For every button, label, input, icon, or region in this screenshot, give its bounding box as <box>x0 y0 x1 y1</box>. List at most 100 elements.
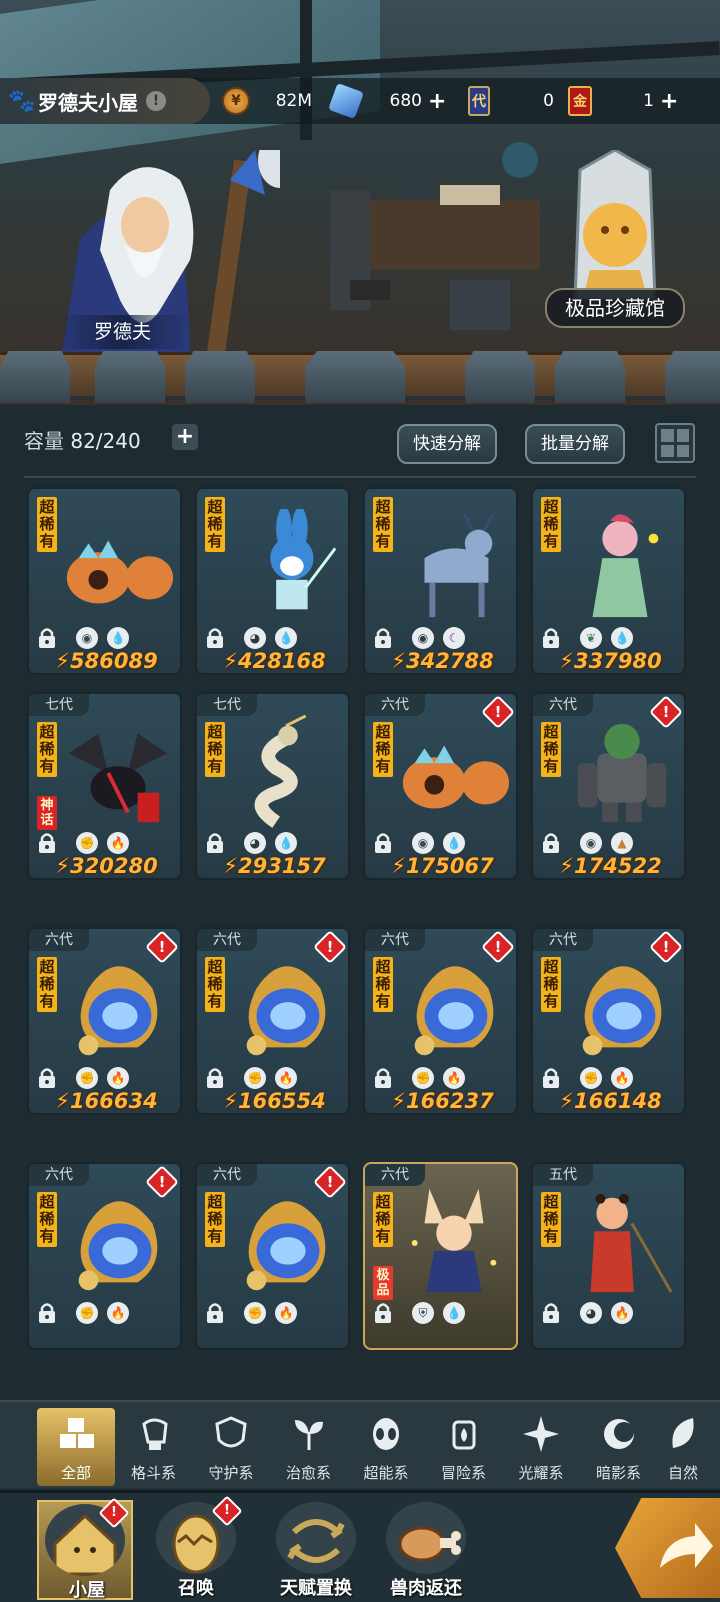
lock-icon[interactable] <box>37 1302 57 1324</box>
grid-view-toggle[interactable] <box>655 423 695 463</box>
rarity-badge: 超稀有 <box>37 722 57 777</box>
lock-icon[interactable] <box>541 1067 561 1089</box>
generation-label: 六代 <box>29 1164 89 1186</box>
quick-decompose-button[interactable]: 快速分解 <box>397 424 497 464</box>
creature-card[interactable]: 六代超稀有! ✊ 🔥 ⚡166237 <box>363 927 518 1115</box>
lock-icon[interactable] <box>205 1302 225 1324</box>
generation-label: 六代 <box>197 1164 257 1186</box>
filter-tab-fist[interactable]: 格斗系 <box>115 1408 193 1486</box>
generation-label: 七代 <box>197 694 257 716</box>
rarity-badge: 超稀有 <box>37 957 57 1012</box>
generation-card-icon: 代 <box>468 86 490 116</box>
lock-icon[interactable] <box>541 1302 561 1324</box>
creature-card[interactable]: 超稀有 ◕ 💧 ⚡428168 <box>195 487 350 675</box>
creature-card[interactable]: 超稀有 ◉ 💧 ⚡586089 <box>27 487 182 675</box>
filter-tab-alien[interactable]: 超能系 <box>347 1408 425 1486</box>
element-fire-icon: 🔥 <box>107 1302 129 1324</box>
lock-icon[interactable] <box>37 627 57 649</box>
museum-button[interactable]: 极品珍藏馆 <box>545 288 685 328</box>
creature-warrior-art <box>590 1193 673 1293</box>
element-water-icon: 💧 <box>275 832 297 854</box>
element-fist-icon: ✊ <box>244 1067 266 1089</box>
lock-icon[interactable] <box>205 832 225 854</box>
shelf-bracket <box>465 351 535 403</box>
fist-icon <box>141 1418 168 1450</box>
lock-icon[interactable] <box>373 627 393 649</box>
element-fist-icon: ✊ <box>76 832 98 854</box>
gold-value: 82M <box>275 91 312 111</box>
lock-icon[interactable] <box>541 627 561 649</box>
creature-card[interactable]: 六代超稀有! ✊ 🔥 <box>27 1162 182 1350</box>
creature-blueflame-art <box>246 966 326 1056</box>
filter-tab-sprout[interactable]: 治愈系 <box>270 1408 348 1486</box>
nav-tab-meat[interactable]: 兽肉返还 <box>378 1500 474 1600</box>
capacity-label: 容量 <box>24 429 64 453</box>
lock-icon[interactable] <box>373 832 393 854</box>
shelf-bracket <box>305 351 405 403</box>
creature-card[interactable]: 超稀有 ◉ ☾ ⚡342788 <box>363 487 518 675</box>
filter-tab-shield[interactable]: 守护系 <box>192 1408 270 1486</box>
creature-card[interactable]: 六代超稀有! ◉ 💧 ⚡175067 <box>363 692 518 880</box>
creature-card[interactable]: 七代超稀有 ◕ 💧 ⚡293157 <box>195 692 350 880</box>
sprout-icon <box>294 1420 323 1450</box>
generation-label: 六代 <box>365 694 425 716</box>
lock-icon[interactable] <box>373 1302 393 1324</box>
add-gold-ticket-button[interactable]: + <box>660 89 678 114</box>
rarity-badge: 超稀有 <box>205 722 225 777</box>
nav-label: 召唤 <box>178 1578 214 1599</box>
creature-card[interactable]: 五代超稀有 ◕ 🔥 <box>531 1162 686 1350</box>
museum-throne-icon[interactable] <box>560 150 670 300</box>
shelf-bracket <box>555 351 625 403</box>
lock-icon[interactable] <box>37 832 57 854</box>
element-alien-icon: ◕ <box>244 627 266 649</box>
element-fire-icon: 🔥 <box>443 1067 465 1089</box>
batch-decompose-button[interactable]: 批量分解 <box>525 424 625 464</box>
lock-icon[interactable] <box>37 1067 57 1089</box>
element-water-icon: 💧 <box>443 1302 465 1324</box>
creature-deer-art <box>424 513 495 618</box>
element-fist-icon: ✊ <box>412 1067 434 1089</box>
creature-card[interactable]: 六代超稀有! ✊ 🔥 ⚡166634 <box>27 927 182 1115</box>
creature-card[interactable]: 六代超稀有! ◉ ▲ ⚡174522 <box>531 692 686 880</box>
filter-tab-lantern[interactable]: 冒险系 <box>425 1408 503 1486</box>
creature-card[interactable]: 六代超稀有极品 ⛨ 💧 <box>363 1162 518 1350</box>
creature-card[interactable]: 六代超稀有! ✊ 🔥 ⚡166148 <box>531 927 686 1115</box>
creature-golem-art <box>577 723 667 823</box>
generation-label: 六代 <box>533 694 593 716</box>
filter-tab-all-blocks[interactable]: 全部 <box>37 1408 115 1486</box>
filter-label: 光耀系 <box>518 1464 564 1482</box>
lock-icon[interactable] <box>373 1067 393 1089</box>
info-icon[interactable]: ! <box>146 91 166 111</box>
filter-tab-leaf[interactable]: 自然 <box>657 1408 709 1486</box>
resource-gold-ticket: 金 1 + <box>568 84 688 118</box>
filter-tab-star-compass[interactable]: 光耀系 <box>502 1408 580 1486</box>
capacity-value: 82/240 <box>70 429 141 453</box>
creature-crab-art <box>66 540 174 604</box>
filter-tab-eclipse[interactable]: 暗影系 <box>580 1408 658 1486</box>
expand-capacity-button[interactable]: + <box>172 424 198 450</box>
location-title[interactable]: 🐾 罗德夫小屋 ! <box>0 78 210 124</box>
nav-tab-swap[interactable]: 天赋置换 <box>268 1500 364 1600</box>
capacity-display: 容量 82/240 <box>24 425 141 454</box>
nav-tab-egg[interactable]: 召唤! <box>148 1495 244 1600</box>
power-value: ⚡342788 <box>391 649 494 673</box>
lock-icon[interactable] <box>205 627 225 649</box>
creature-card[interactable]: 超稀有 ❦ 💧 ⚡337980 <box>531 487 686 675</box>
generation-label: 六代 <box>533 929 593 951</box>
filter-label: 格斗系 <box>130 1464 176 1482</box>
power-value: ⚡428168 <box>223 649 326 673</box>
lock-icon[interactable] <box>205 1067 225 1089</box>
rarity-badge: 超稀有 <box>205 957 225 1012</box>
element-fire-icon: 🔥 <box>611 1302 633 1324</box>
crystal-value: 680 <box>389 91 422 111</box>
add-crystal-button[interactable]: + <box>428 89 446 114</box>
lock-icon[interactable] <box>541 832 561 854</box>
element-fist-icon: ✊ <box>580 1067 602 1089</box>
creature-card[interactable]: 六代超稀有! ✊ 🔥 <box>195 1162 350 1350</box>
element-water-icon: 💧 <box>443 832 465 854</box>
creature-card[interactable]: 七代超稀有神话 ✊ 🔥 ⚡320280 <box>27 692 182 880</box>
creature-card[interactable]: 六代超稀有! ✊ 🔥 ⚡166554 <box>195 927 350 1115</box>
nav-tab-house[interactable]: 小屋! <box>37 1497 133 1601</box>
power-value: ⚡175067 <box>391 854 494 878</box>
divider <box>24 476 696 478</box>
